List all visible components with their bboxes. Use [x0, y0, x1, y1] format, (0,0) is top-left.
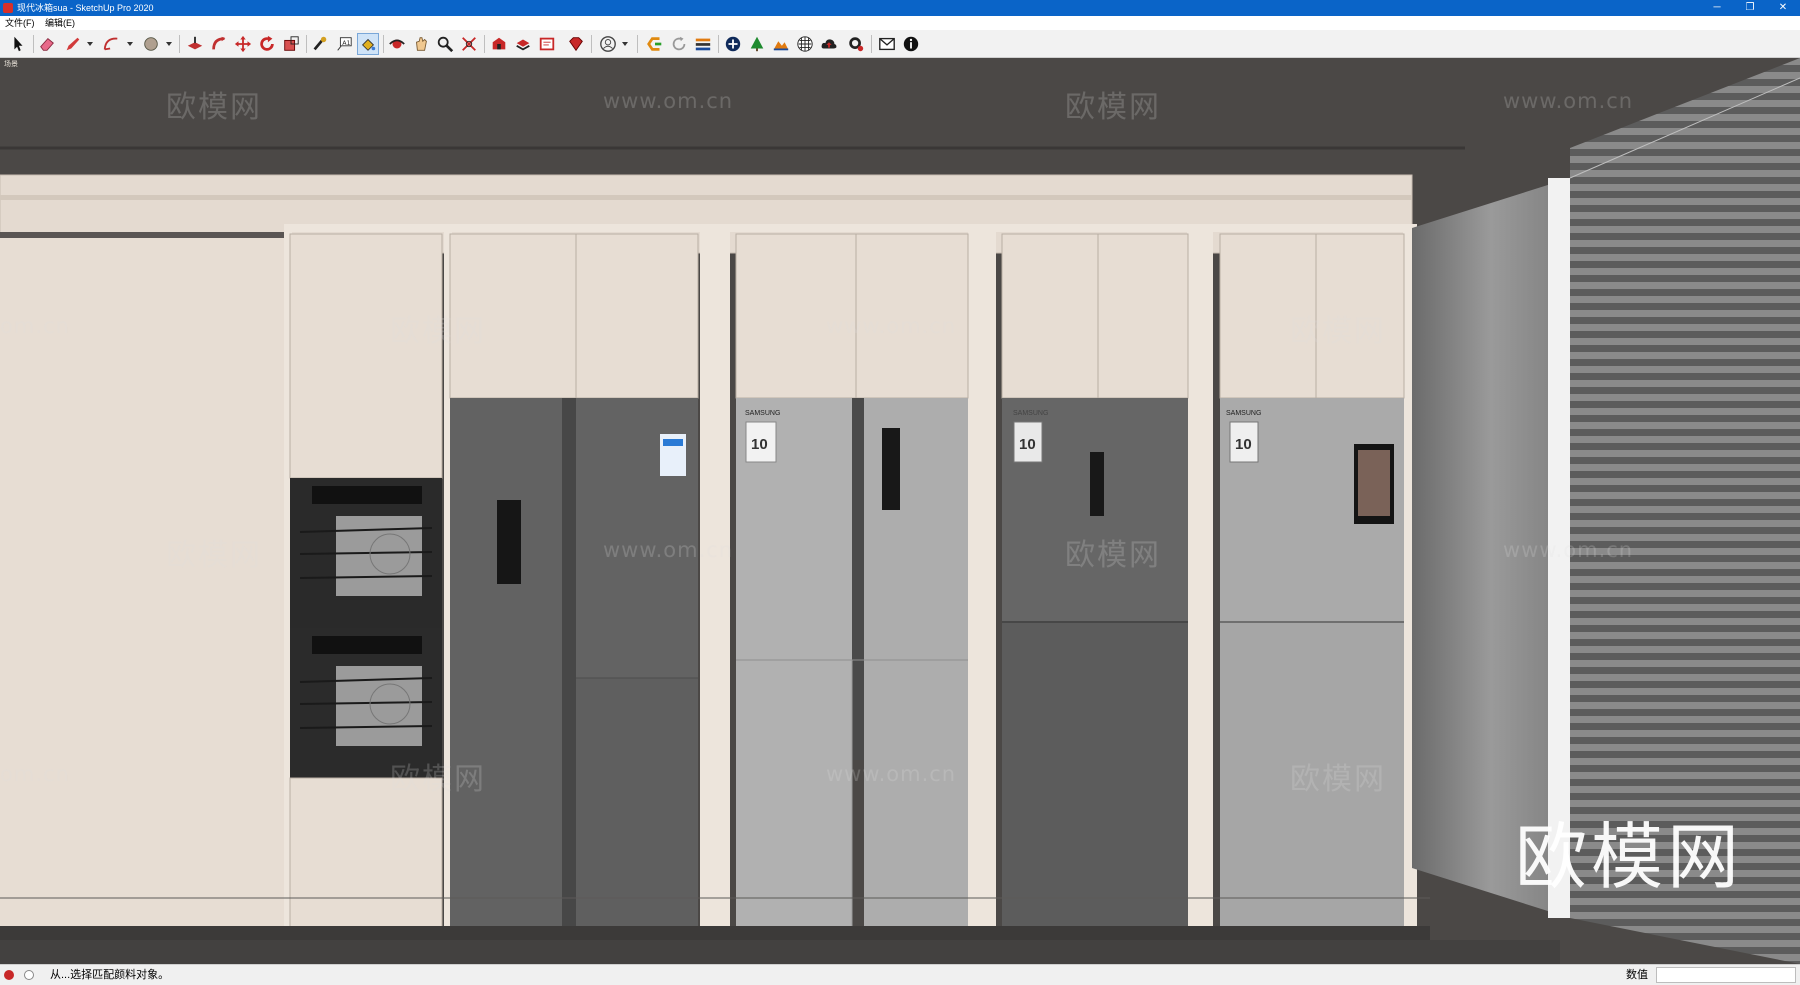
- watermark-brand: 欧模网: [1065, 538, 1161, 573]
- watermark-url: www.om.cn: [1503, 89, 1634, 113]
- status-bar: 从...选择匹配颜料对象。 数值: [0, 964, 1800, 985]
- text-icon[interactable]: A1: [333, 33, 355, 55]
- cloud-icon[interactable]: [818, 33, 840, 55]
- watermark-brand: 欧模网: [166, 538, 262, 573]
- watermark-brand: 欧模网: [166, 90, 262, 125]
- toolbar: A1: [0, 30, 1800, 58]
- follow-me-icon[interactable]: [208, 33, 230, 55]
- status-message: 从...选择匹配颜料对象。: [50, 969, 170, 981]
- extension-icon[interactable]: [512, 33, 534, 55]
- layers-icon[interactable]: [692, 33, 714, 55]
- watermark-brand-large: 欧模网: [1515, 815, 1744, 899]
- zoom-extents-icon[interactable]: [458, 33, 480, 55]
- watermark-brand: 欧模网: [1290, 762, 1386, 797]
- watermark-brand: 欧模网: [1065, 90, 1161, 125]
- pencil-dropdown-icon[interactable]: [86, 40, 94, 48]
- paint-bucket-icon[interactable]: [357, 33, 379, 55]
- pencil-icon[interactable]: [62, 33, 84, 55]
- brand-label: SAMSUNG: [745, 410, 781, 417]
- watermark-url: www.om.cn: [603, 89, 734, 113]
- watermark-url-partial: om.cn: [0, 314, 70, 338]
- pan-icon[interactable]: [410, 33, 432, 55]
- terrain-icon[interactable]: [770, 33, 792, 55]
- mail-icon[interactable]: [876, 33, 898, 55]
- brand-label: SAMSUNG: [1226, 410, 1262, 417]
- watermark-url: www.om.cn: [1503, 538, 1634, 562]
- circle-dropdown-icon[interactable]: [165, 40, 173, 48]
- brand-label: SAMSUNG: [1013, 410, 1049, 417]
- menu-file[interactable]: 文件(F): [0, 16, 38, 30]
- sketchup-app-icon: [3, 3, 13, 13]
- circle-icon[interactable]: [140, 33, 162, 55]
- model-viewport[interactable]: 场景 欧模网 www.om.cn 欧模网 www.om.cn om.cn 欧模网…: [0, 58, 1800, 964]
- settings-icon[interactable]: [845, 33, 867, 55]
- zoom-icon[interactable]: [434, 33, 456, 55]
- scene-label: 场景: [4, 61, 18, 68]
- title-bar: 现代冰箱sua - SketchUp Pro 2020 ─ ❐ ✕: [0, 0, 1800, 16]
- scale-icon[interactable]: [280, 33, 302, 55]
- value-label: 数值: [1626, 969, 1648, 981]
- help-info-icon[interactable]: [24, 970, 34, 980]
- refresh-icon[interactable]: [668, 33, 690, 55]
- menu-bar: 文件(F) 编辑(E): [0, 16, 1800, 30]
- move-icon[interactable]: [232, 33, 254, 55]
- minimize-button[interactable]: ─: [1704, 0, 1730, 16]
- arc-icon[interactable]: [100, 33, 122, 55]
- watermark-url-partial: om.cn: [0, 762, 70, 786]
- arc-dropdown-icon[interactable]: [126, 40, 134, 48]
- geo-location-icon[interactable]: [4, 970, 14, 980]
- select-icon[interactable]: [7, 33, 29, 55]
- watermark-url: www.om.cn: [826, 314, 957, 338]
- material-icon[interactable]: [794, 33, 816, 55]
- svg-text:A1: A1: [342, 40, 350, 47]
- measurements-input[interactable]: [1656, 967, 1796, 983]
- eraser-icon[interactable]: [36, 33, 58, 55]
- energy-badge: 10: [1019, 436, 1036, 453]
- window-title: 现代冰箱sua - SketchUp Pro 2020: [17, 3, 154, 13]
- ruby-icon[interactable]: [565, 33, 587, 55]
- close-button[interactable]: ✕: [1770, 0, 1796, 16]
- tree-icon[interactable]: [746, 33, 768, 55]
- energy-badge: 10: [1235, 436, 1252, 453]
- energy-badge: 10: [751, 436, 768, 453]
- menu-edit[interactable]: 编辑(E): [40, 16, 78, 30]
- orbit-icon[interactable]: [386, 33, 408, 55]
- watermark-url: www.om.cn: [826, 762, 957, 786]
- tape-measure-icon[interactable]: [309, 33, 331, 55]
- info-icon[interactable]: [900, 33, 922, 55]
- layout-icon[interactable]: [536, 33, 558, 55]
- watermark-brand: 欧模网: [1290, 314, 1386, 349]
- warehouse-icon[interactable]: [488, 33, 510, 55]
- sandbox-icon[interactable]: [644, 33, 666, 55]
- account-icon[interactable]: [597, 33, 619, 55]
- add-icon[interactable]: [722, 33, 744, 55]
- restore-button[interactable]: ❐: [1737, 0, 1763, 16]
- watermark-brand: 欧模网: [390, 762, 486, 797]
- watermark-url: www.om.cn: [603, 538, 734, 562]
- watermark-brand: 欧模网: [390, 314, 486, 349]
- rotate-icon[interactable]: [256, 33, 278, 55]
- account-dropdown-icon[interactable]: [621, 40, 629, 48]
- push-pull-icon[interactable]: [184, 33, 206, 55]
